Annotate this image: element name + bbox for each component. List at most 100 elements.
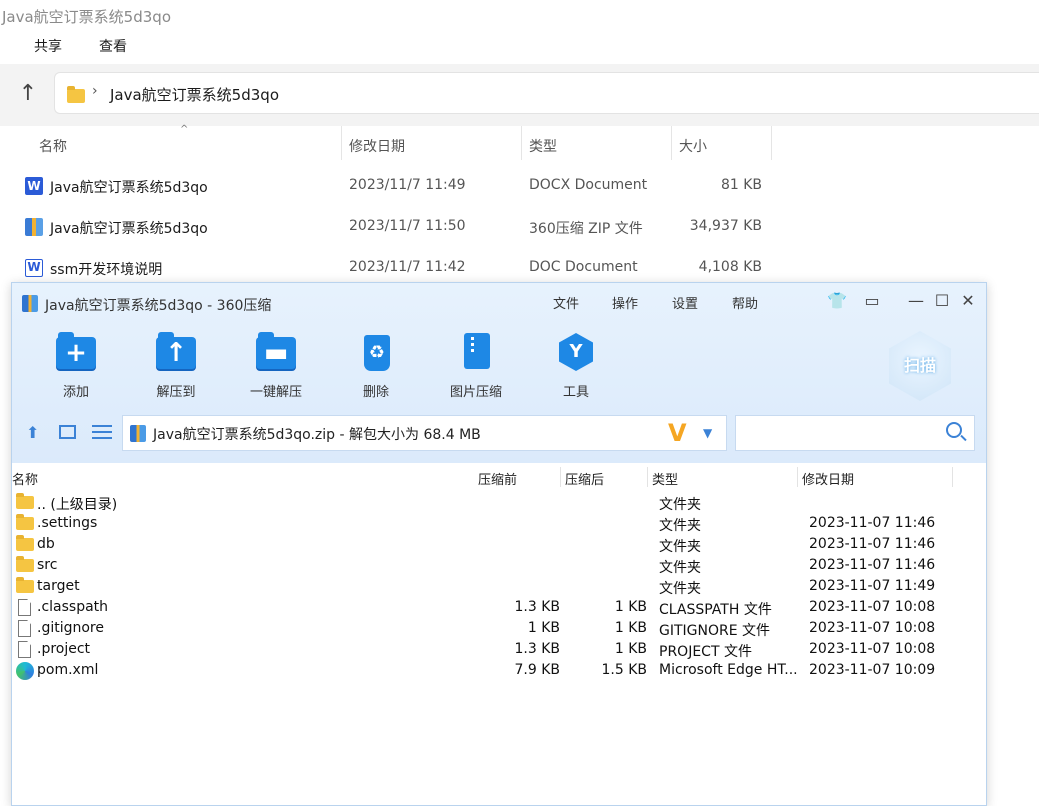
entry-name: src (37, 557, 58, 573)
column-name[interactable]: 名称 (12, 469, 38, 488)
chevron-right-icon[interactable]: › (92, 83, 98, 99)
entry-type: 文件夹 (659, 560, 701, 576)
file-type: DOCX Document (529, 177, 648, 193)
column-packed-after[interactable]: 压缩后 (565, 469, 604, 488)
entry-date: 2023-11-07 10:08 (809, 620, 936, 636)
entry-size-before: 1.3 KB (514, 641, 561, 657)
column-size[interactable]: 大小 (679, 136, 707, 156)
archive-path-bar[interactable]: Java航空订票系统5d3qo.zip - 解包大小为 68.4 MB V ▼ (122, 415, 727, 451)
entry-type: PROJECT 文件 (659, 644, 752, 660)
file-size: 34,937 KB (689, 218, 762, 234)
column-divider[interactable] (647, 467, 648, 487)
archive-row[interactable]: pom.xml 7.9 KB 1.5 KB Microsoft Edge HT.… (12, 660, 986, 681)
entry-date: 2023-11-07 11:49 (809, 578, 936, 594)
column-divider[interactable] (560, 467, 561, 487)
ribbon-tab-view[interactable]: 查看 (99, 36, 127, 56)
entry-date: 2023-11-07 11:46 (809, 557, 936, 573)
zip-icon (130, 425, 146, 442)
close-icon[interactable]: ✕ (957, 290, 979, 312)
entry-name: .gitignore (37, 620, 104, 636)
maximize-icon[interactable]: ☐ (931, 290, 953, 312)
word-docx-icon: W (25, 177, 43, 195)
minimize-icon[interactable]: — (905, 290, 927, 312)
archive-row[interactable]: .gitignore 1 KB 1 KB GITIGNORE 文件 2023-1… (12, 618, 986, 639)
entry-size-before: 1.3 KB (514, 599, 561, 615)
archive-row[interactable]: db 文件夹 2023-11-07 11:46 (12, 534, 986, 555)
file-size: 81 KB (720, 177, 762, 193)
delete-button[interactable]: ♻ 删除 (331, 333, 421, 400)
entry-name: target (37, 578, 80, 594)
column-divider[interactable] (671, 126, 672, 160)
archive-row[interactable]: .. (上级目录) 文件夹 (12, 492, 986, 513)
column-modified[interactable]: 修改日期 (349, 136, 405, 156)
menu-file[interactable]: 文件 (553, 293, 579, 312)
file-row[interactable]: Java航空订票系统5d3qo 2023/11/7 11:50 360压缩 ZI… (0, 207, 1039, 247)
entry-size-before: 1 KB (527, 620, 560, 636)
explorer-column-header: 名称 修改日期 类型 大小 (0, 126, 1039, 160)
entry-name: pom.xml (37, 662, 99, 678)
file-type: DOC Document (529, 259, 638, 275)
archive-row[interactable]: .settings 文件夹 2023-11-07 11:46 (12, 513, 986, 534)
entry-date: 2023-11-07 11:46 (809, 536, 936, 552)
zip-app-icon (22, 295, 38, 312)
entry-name: .classpath (37, 599, 109, 615)
thumbnail-view-icon[interactable] (59, 425, 76, 439)
one-click-extract-label: 一键解压 (249, 385, 302, 400)
menu-operate[interactable]: 操作 (612, 293, 638, 312)
address-path-item[interactable]: Java航空订票系统5d3qo (110, 84, 279, 105)
dropdown-arrow-icon[interactable]: ▼ (703, 426, 712, 440)
entry-date: 2023-11-07 10:08 (809, 599, 936, 615)
zip-window: Java航空订票系统5d3qo - 360压缩 文件 操作 设置 帮助 👕 ▭ … (11, 282, 987, 806)
file-size: 4,108 KB (698, 259, 762, 275)
entry-type: Microsoft Edge HT... (659, 662, 798, 678)
image-compress-button[interactable]: 图片压缩 (431, 333, 521, 400)
v-badge-icon[interactable]: V (668, 419, 687, 447)
column-modified[interactable]: 修改日期 (802, 469, 854, 488)
entry-name: .. (上级目录) (37, 497, 118, 513)
entry-type: 文件夹 (659, 581, 701, 597)
entry-name: .settings (37, 515, 98, 531)
list-view-icon[interactable] (92, 425, 112, 439)
address-bar[interactable]: › Java航空订票系统5d3qo (54, 72, 1039, 114)
tools-button[interactable]: Y 工具 (531, 333, 621, 400)
add-button[interactable]: + 添加 (31, 332, 121, 400)
file-icon (18, 599, 31, 616)
menu-help[interactable]: 帮助 (732, 293, 758, 312)
folder-icon (16, 493, 34, 513)
file-modified: 2023/11/7 11:50 (349, 218, 466, 234)
folder-icon (16, 577, 34, 597)
archive-row[interactable]: .project 1.3 KB 1 KB PROJECT 文件 2023-11-… (12, 639, 986, 660)
entry-date: 2023-11-07 11:46 (809, 515, 936, 531)
column-type[interactable]: 类型 (652, 469, 678, 488)
search-input[interactable] (735, 415, 975, 451)
folder-icon (67, 86, 85, 103)
file-row[interactable]: W Java航空订票系统5d3qo 2023/11/7 11:49 DOCX D… (0, 166, 1039, 206)
column-divider[interactable] (797, 467, 798, 487)
column-name[interactable]: 名称 (39, 136, 67, 156)
column-divider[interactable] (771, 126, 772, 160)
archive-row[interactable]: src 文件夹 2023-11-07 11:46 (12, 555, 986, 576)
column-type[interactable]: 类型 (529, 136, 557, 156)
up-arrow-icon[interactable]: ↑ (16, 82, 40, 106)
column-divider[interactable] (341, 126, 342, 160)
entry-type: CLASSPATH 文件 (659, 602, 772, 618)
go-up-icon[interactable]: ⬆ (26, 425, 46, 441)
archive-row[interactable]: .classpath 1.3 KB 1 KB CLASSPATH 文件 2023… (12, 597, 986, 618)
search-icon[interactable] (946, 422, 962, 438)
one-click-extract-button[interactable]: ▬ 一键解压 (231, 332, 321, 400)
tools-hexagon-icon: Y (559, 333, 593, 371)
ribbon-tab-share[interactable]: 共享 (34, 36, 62, 56)
archive-row[interactable]: target 文件夹 2023-11-07 11:49 (12, 576, 986, 597)
column-divider[interactable] (521, 126, 522, 160)
entry-size-after: 1 KB (614, 599, 647, 615)
archive-path-text: Java航空订票系统5d3qo.zip - 解包大小为 68.4 MB (153, 427, 481, 443)
add-folder-icon: + (56, 332, 96, 369)
zip-icon (25, 218, 43, 236)
column-divider[interactable] (952, 467, 953, 487)
message-icon[interactable]: ▭ (861, 290, 883, 312)
menu-settings[interactable]: 设置 (672, 293, 698, 312)
column-packed-before[interactable]: 压缩前 (478, 469, 517, 488)
extract-folder-icon: ↑ (156, 332, 196, 369)
extract-to-button[interactable]: ↑ 解压到 (131, 332, 221, 400)
skin-shirt-icon[interactable]: 👕 (826, 290, 848, 312)
